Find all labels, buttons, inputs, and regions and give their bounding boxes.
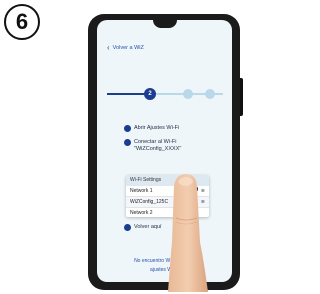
instruction-2-bullet xyxy=(124,139,131,146)
stepper-step-active: 2 xyxy=(144,88,156,100)
chevron-left-icon: ‹ xyxy=(107,43,110,52)
back-label: Volver a WiZ xyxy=(112,45,144,51)
step-number-badge: 6 xyxy=(4,4,40,40)
stepper-step xyxy=(205,89,215,99)
camera-notch xyxy=(153,20,177,28)
phone-side-button xyxy=(240,78,243,116)
instruction-3-text: Volver aquí xyxy=(134,224,162,230)
instruction-2-text-line2: "WiZConfig_XXXX" xyxy=(134,146,182,152)
back-link[interactable]: ‹ Volver a WiZ xyxy=(107,44,144,52)
stepper-step-active-number: 2 xyxy=(148,91,152,97)
pointing-finger xyxy=(168,174,208,292)
instruction-3-bullet xyxy=(124,224,131,231)
step-number: 6 xyxy=(15,9,29,34)
instruction-1-bullet xyxy=(124,125,131,132)
wifi-network-name: Network 1 xyxy=(130,188,153,194)
progress-stepper: 2 xyxy=(107,88,223,100)
instruction-2-text-line1: Conectar al Wi-Fi xyxy=(134,139,177,145)
wifi-network-name: WiZConfig_125C xyxy=(130,199,169,205)
wifi-network-name: Network 2 xyxy=(130,210,153,216)
instruction-1-text: Abrir Ajustes Wi-Fi xyxy=(134,125,180,131)
stepper-step xyxy=(183,89,193,99)
